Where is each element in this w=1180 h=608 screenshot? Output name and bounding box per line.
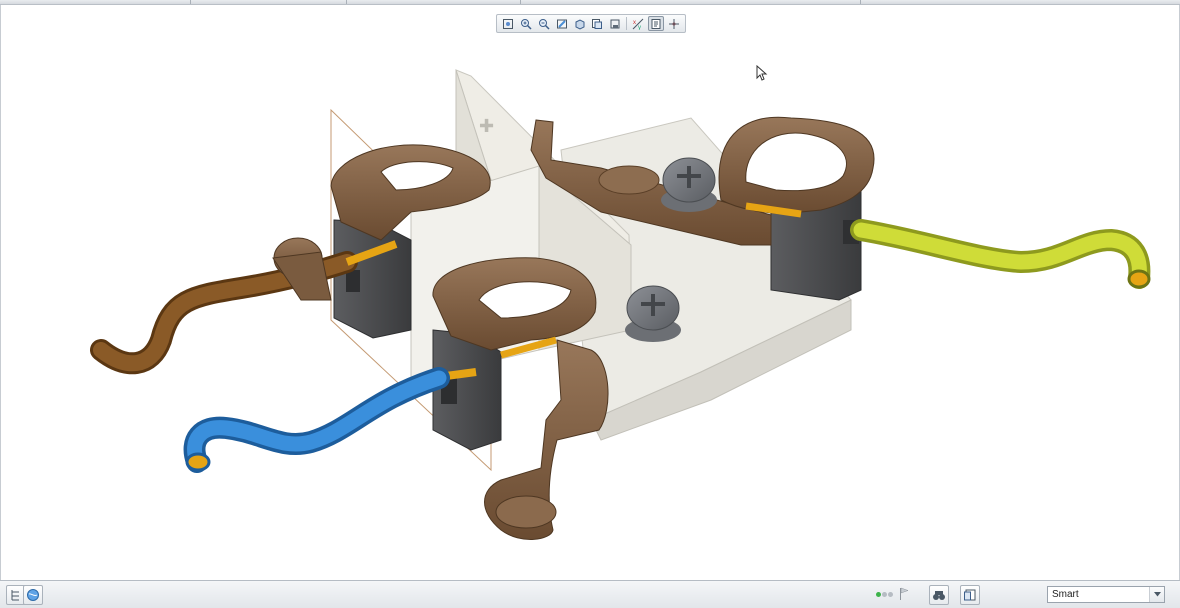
- flag-icon[interactable]: [899, 587, 909, 601]
- regeneration-status: [876, 590, 894, 600]
- tab-separator: [190, 0, 191, 4]
- screw-bottom[interactable]: [625, 285, 681, 342]
- chevron-down-icon[interactable]: [1149, 587, 1164, 602]
- regen-status-dot: [882, 592, 887, 597]
- zoom-in-icon[interactable]: [518, 16, 534, 31]
- view-toolbar: xy: [496, 14, 686, 33]
- find-icon[interactable]: [929, 585, 949, 605]
- selection-filter-dropdown[interactable]: Smart: [1047, 586, 1165, 603]
- view-manager-icon[interactable]: [607, 16, 623, 31]
- model-3d-view[interactable]: ✚: [1, 5, 1179, 580]
- refit-icon[interactable]: [500, 16, 516, 31]
- status-bar: Smart: [0, 580, 1180, 608]
- svg-text:y: y: [638, 25, 641, 30]
- spin-center-icon[interactable]: [666, 16, 682, 31]
- annotation-display-icon[interactable]: [648, 16, 665, 31]
- screw-top[interactable]: [661, 157, 717, 212]
- svg-text:✚: ✚: [479, 116, 494, 136]
- browser-toggle-icon[interactable]: [23, 585, 43, 605]
- regen-status-dot: [888, 592, 893, 597]
- display-style-icon[interactable]: [572, 16, 588, 31]
- insulator-block-left[interactable]: [333, 219, 412, 339]
- repaint-icon[interactable]: [554, 16, 570, 31]
- selection-filter-value: Smart: [1052, 589, 1079, 600]
- tab-separator: [860, 0, 861, 4]
- zoom-out-icon[interactable]: [536, 16, 552, 31]
- selection-filter-icon[interactable]: [960, 585, 980, 605]
- datum-display-icon[interactable]: xy: [630, 16, 646, 31]
- svg-text:x: x: [633, 20, 636, 26]
- mouse-cursor-icon: [756, 65, 768, 81]
- regen-status-dot: [876, 592, 881, 597]
- tab-separator: [346, 0, 347, 4]
- graphics-window[interactable]: ✚ x y: [0, 5, 1180, 580]
- toolbar-separator: [626, 17, 628, 30]
- tab-separator: [520, 0, 521, 4]
- saved-views-icon[interactable]: [590, 16, 606, 31]
